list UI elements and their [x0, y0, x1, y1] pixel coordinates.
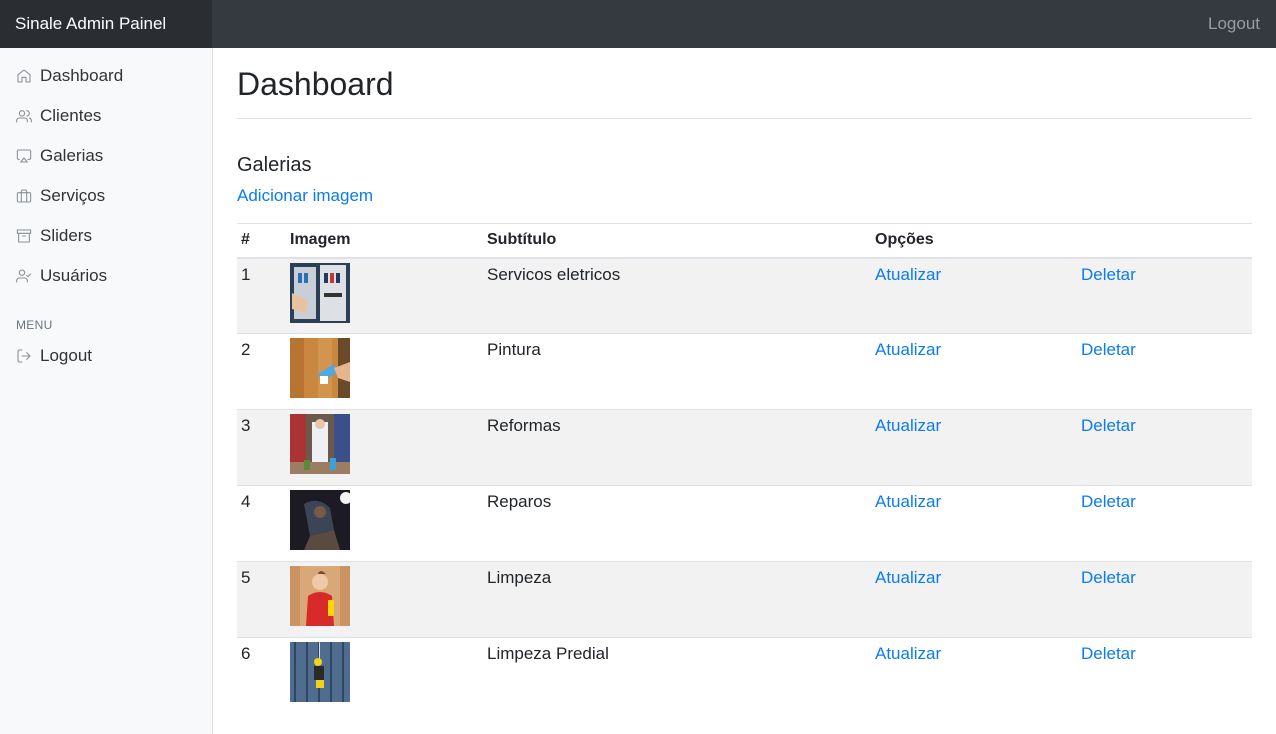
- sidebar-item-label: Usuários: [40, 266, 108, 285]
- header-image: Imagem: [286, 223, 483, 259]
- top-navbar: Sinale Admin Painel Logout: [0, 0, 1276, 48]
- sidebar-item-dashboard[interactable]: Dashboard: [0, 56, 212, 96]
- sidebar-item-label: Logout: [40, 346, 92, 365]
- sidebar-menu-nav: Logout: [0, 336, 212, 376]
- table-row: 2 Pintura Atualizar Deletar: [237, 333, 1252, 410]
- sidebar-item-label: Galerias: [40, 146, 104, 165]
- header-empty: [1077, 223, 1252, 259]
- title-divider: [237, 118, 1252, 119]
- sidebar-item-logout[interactable]: Logout: [0, 336, 212, 376]
- delete-link[interactable]: Deletar: [1081, 416, 1136, 435]
- add-image-link[interactable]: Adicionar imagem: [237, 185, 373, 207]
- gallery-table: # Imagem Subtítulo Opções 1 Servicos ele…: [237, 223, 1252, 714]
- sidebar-nav: Dashboard Clientes Galerias Serviços Sli…: [0, 48, 212, 296]
- row-subtitle: Limpeza Predial: [483, 637, 871, 714]
- gallery-thumbnail: [290, 566, 350, 626]
- menu-heading: MENU: [16, 318, 53, 332]
- sidebar-item-clientes[interactable]: Clientes: [0, 96, 212, 136]
- header-options: Opções: [871, 223, 1077, 259]
- briefcase-icon: [16, 189, 32, 203]
- header-number: #: [237, 223, 286, 259]
- users-icon: [16, 110, 32, 123]
- table-row: 1 Servicos eletricos Atualizar Deletar: [237, 257, 1252, 334]
- gallery-thumbnail: [290, 414, 350, 474]
- logout-link[interactable]: Logout: [1208, 0, 1260, 48]
- sidebar-item-label: Sliders: [40, 226, 92, 245]
- row-subtitle: Limpeza: [483, 561, 871, 638]
- row-number: 4: [237, 485, 286, 562]
- log-out-icon: [17, 349, 31, 363]
- brand-title[interactable]: Sinale Admin Painel: [0, 0, 212, 48]
- row-number: 5: [237, 561, 286, 638]
- delete-link[interactable]: Deletar: [1081, 492, 1136, 511]
- delete-link[interactable]: Deletar: [1081, 568, 1136, 587]
- table-row: 4 Reparos Atualizar Deletar: [237, 485, 1252, 562]
- gallery-thumbnail: [290, 642, 350, 702]
- archive-icon: [16, 229, 32, 243]
- update-link[interactable]: Atualizar: [875, 265, 941, 284]
- main-content: Dashboard Galerias Adicionar imagem # Im…: [213, 48, 1276, 734]
- update-link[interactable]: Atualizar: [875, 416, 941, 435]
- sidebar-item-label: Serviços: [40, 186, 106, 205]
- sidebar-item-servicos[interactable]: Serviços: [0, 176, 212, 216]
- delete-link[interactable]: Deletar: [1081, 265, 1136, 284]
- table-row: 3 Reformas Atualizar Deletar: [237, 409, 1252, 486]
- gallery-thumbnail: [290, 490, 350, 550]
- sidebar-item-sliders[interactable]: Sliders: [0, 216, 212, 256]
- row-subtitle: Pintura: [483, 333, 871, 410]
- table-header-row: # Imagem Subtítulo Opções: [237, 223, 1252, 259]
- delete-link[interactable]: Deletar: [1081, 644, 1136, 663]
- user-check-icon: [16, 269, 32, 283]
- home-icon: [17, 69, 31, 83]
- update-link[interactable]: Atualizar: [875, 644, 941, 663]
- row-number: 6: [237, 637, 286, 714]
- sidebar: Dashboard Clientes Galerias Serviços Sli…: [0, 48, 213, 734]
- update-link[interactable]: Atualizar: [875, 492, 941, 511]
- gallery-thumbnail: [290, 338, 350, 398]
- sidebar-item-label: Clientes: [40, 106, 102, 125]
- sidebar-item-galerias[interactable]: Galerias: [0, 136, 212, 176]
- row-subtitle: Servicos eletricos: [487, 264, 621, 284]
- airplay-icon: [16, 149, 32, 163]
- gallery-thumbnail: [290, 262, 350, 323]
- sidebar-item-label: Dashboard: [40, 66, 124, 85]
- update-link[interactable]: Atualizar: [875, 340, 941, 359]
- row-number: 2: [237, 333, 286, 410]
- header-subtitle: Subtítulo: [483, 223, 871, 259]
- sidebar-item-usuarios[interactable]: Usuários: [0, 256, 212, 296]
- row-number: 3: [237, 409, 286, 486]
- delete-link[interactable]: Deletar: [1081, 340, 1136, 359]
- update-link[interactable]: Atualizar: [875, 568, 941, 587]
- section-title: Galerias: [237, 154, 312, 176]
- row-subtitle: Reparos: [483, 485, 871, 562]
- page-title: Dashboard: [237, 66, 394, 102]
- row-subtitle: Reformas: [483, 409, 871, 486]
- row-number: 1: [241, 264, 251, 284]
- table-row: 6 Limpeza Predial Atualizar Deletar: [237, 637, 1252, 714]
- table-row: 5 Limpeza Atualizar Deletar: [237, 561, 1252, 638]
